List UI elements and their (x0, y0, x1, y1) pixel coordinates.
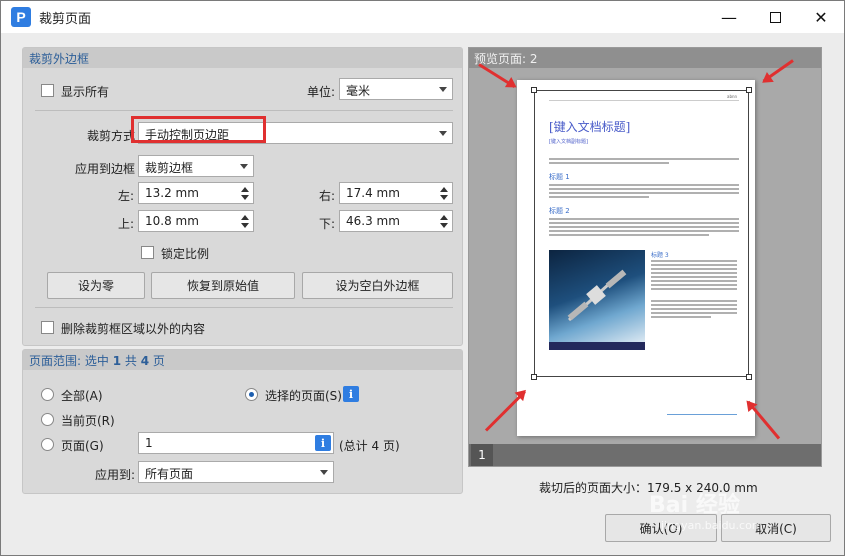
divider (35, 307, 453, 308)
preview-heading: 预览页面: 2 (469, 48, 821, 68)
top-margin-spinner[interactable]: 10.8 mm (138, 210, 254, 232)
left-margin-value: 13.2 mm (145, 186, 199, 200)
crop-handle-bottom-left[interactable] (531, 374, 537, 380)
bottom-margin-spinner[interactable]: 46.3 mm (339, 210, 453, 232)
spin-down-icon[interactable] (241, 223, 249, 228)
minimize-button[interactable]: — (706, 1, 752, 33)
total-pages-label: (总计 4 页) (339, 439, 400, 453)
preview-panel: 预览页面: 2 abnn [键入文档标题] [键入文档副标题] 标题 1 标题 … (468, 47, 822, 467)
crop-method-label: 裁剪方式 (87, 129, 136, 143)
apply-border-select[interactable]: 裁剪边框 (138, 155, 254, 177)
apply-border-label: 应用到边框 (75, 162, 136, 176)
crop-rectangle[interactable] (531, 87, 752, 380)
annotation-highlight-box (131, 116, 266, 143)
show-all-checkbox[interactable] (41, 84, 54, 97)
pages-input[interactable]: 1 i (138, 432, 334, 454)
unit-select[interactable]: 毫米 (339, 78, 453, 100)
spin-up-icon[interactable] (440, 215, 448, 220)
maximize-button[interactable] (752, 1, 798, 33)
page-range-heading: 页面范围: 选中 1 共 4 页 (23, 350, 462, 370)
spin-up-icon[interactable] (241, 215, 249, 220)
info-icon[interactable]: i (315, 435, 331, 451)
bottom-margin-label: 下: (319, 217, 336, 231)
lock-ratio-checkbox[interactable] (141, 246, 154, 259)
delete-outside-checkbox[interactable] (41, 321, 54, 334)
top-margin-label: 上: (118, 217, 135, 231)
left-margin-spinner[interactable]: 13.2 mm (138, 182, 254, 204)
all-pages-radio[interactable] (41, 388, 54, 401)
restore-original-button[interactable]: 恢复到原始值 (151, 272, 295, 299)
maximize-icon (769, 11, 781, 23)
current-page-radio[interactable] (41, 413, 54, 426)
spin-up-icon[interactable] (241, 187, 249, 192)
page-range-mid: 共 (124, 354, 137, 368)
top-margin-value: 10.8 mm (145, 214, 199, 228)
title-bar: P 裁剪页面 — ✕ (1, 1, 844, 33)
crop-page-dialog: P 裁剪页面 — ✕ 裁剪外边框 显示所有 单位: 毫米 裁剪方式 手动控制页边… (0, 0, 845, 556)
crop-handle-top-left[interactable] (531, 87, 537, 93)
delete-outside-label: 删除裁剪框区域以外的内容 (61, 322, 206, 336)
apply-border-value: 裁剪边框 (145, 161, 194, 175)
page-thumbnail-strip: 1 (469, 444, 821, 466)
apply-to-select[interactable]: 所有页面 (138, 461, 334, 483)
info-icon[interactable]: i (343, 386, 359, 402)
watermark-logo: Bai 经验 (649, 493, 740, 518)
selected-count: 1 (112, 354, 122, 368)
pages-label: 页面(G) (61, 439, 104, 453)
footer-rule (667, 414, 737, 415)
crop-handle-top-right[interactable] (746, 87, 752, 93)
lock-ratio-label: 锁定比例 (161, 247, 210, 261)
page-thumbnail-1[interactable]: 1 (471, 444, 493, 466)
set-blank-margin-button[interactable]: 设为空白外边框 (302, 272, 453, 299)
page-range-suffix: 页 (152, 354, 165, 368)
bottom-margin-value: 46.3 mm (346, 214, 400, 228)
right-margin-label: 右: (319, 189, 336, 203)
right-margin-value: 17.4 mm (346, 186, 400, 200)
pages-input-value: 1 (145, 436, 153, 450)
crop-handle-bottom-right[interactable] (746, 374, 752, 380)
chevron-down-icon (439, 131, 447, 136)
apply-to-value: 所有页面 (145, 467, 194, 481)
crop-box-panel: 裁剪外边框 显示所有 单位: 毫米 裁剪方式 手动控制页边距 应用到边框 裁剪边… (22, 47, 463, 346)
crop-box-heading: 裁剪外边框 (23, 48, 462, 68)
spin-up-icon[interactable] (440, 187, 448, 192)
page-range-panel: 页面范围: 选中 1 共 4 页 全部(A) 选择的页面(S) i 当前页(R)… (22, 349, 463, 494)
spin-down-icon[interactable] (440, 195, 448, 200)
chevron-down-icon (439, 87, 447, 92)
selected-pages-radio[interactable] (245, 388, 258, 401)
current-page-label: 当前页(R) (61, 414, 115, 428)
page-range-prefix: 页面范围: 选中 (29, 354, 109, 368)
left-margin-label: 左: (118, 189, 135, 203)
unit-select-value: 毫米 (346, 84, 371, 98)
right-margin-spinner[interactable]: 17.4 mm (339, 182, 453, 204)
all-pages-label: 全部(A) (61, 389, 103, 403)
app-logo-icon: P (11, 7, 31, 27)
pages-radio[interactable] (41, 438, 54, 451)
watermark-url: jingyan.baidu.com (661, 519, 763, 532)
total-count: 4 (140, 354, 150, 368)
divider (35, 110, 453, 111)
unit-label: 单位: (307, 85, 336, 99)
apply-to-label: 应用到: (95, 468, 136, 482)
close-button[interactable]: ✕ (798, 1, 844, 33)
window-title: 裁剪页面 (39, 12, 92, 27)
spin-down-icon[interactable] (241, 195, 249, 200)
preview-page: abnn [键入文档标题] [键入文档副标题] 标题 1 标题 2 标题 3 (517, 80, 755, 436)
chevron-down-icon (240, 164, 248, 169)
show-all-label: 显示所有 (61, 85, 110, 99)
spin-down-icon[interactable] (440, 223, 448, 228)
set-zero-button[interactable]: 设为零 (47, 272, 145, 299)
selected-pages-label: 选择的页面(S) (265, 389, 342, 403)
chevron-down-icon (320, 470, 328, 475)
